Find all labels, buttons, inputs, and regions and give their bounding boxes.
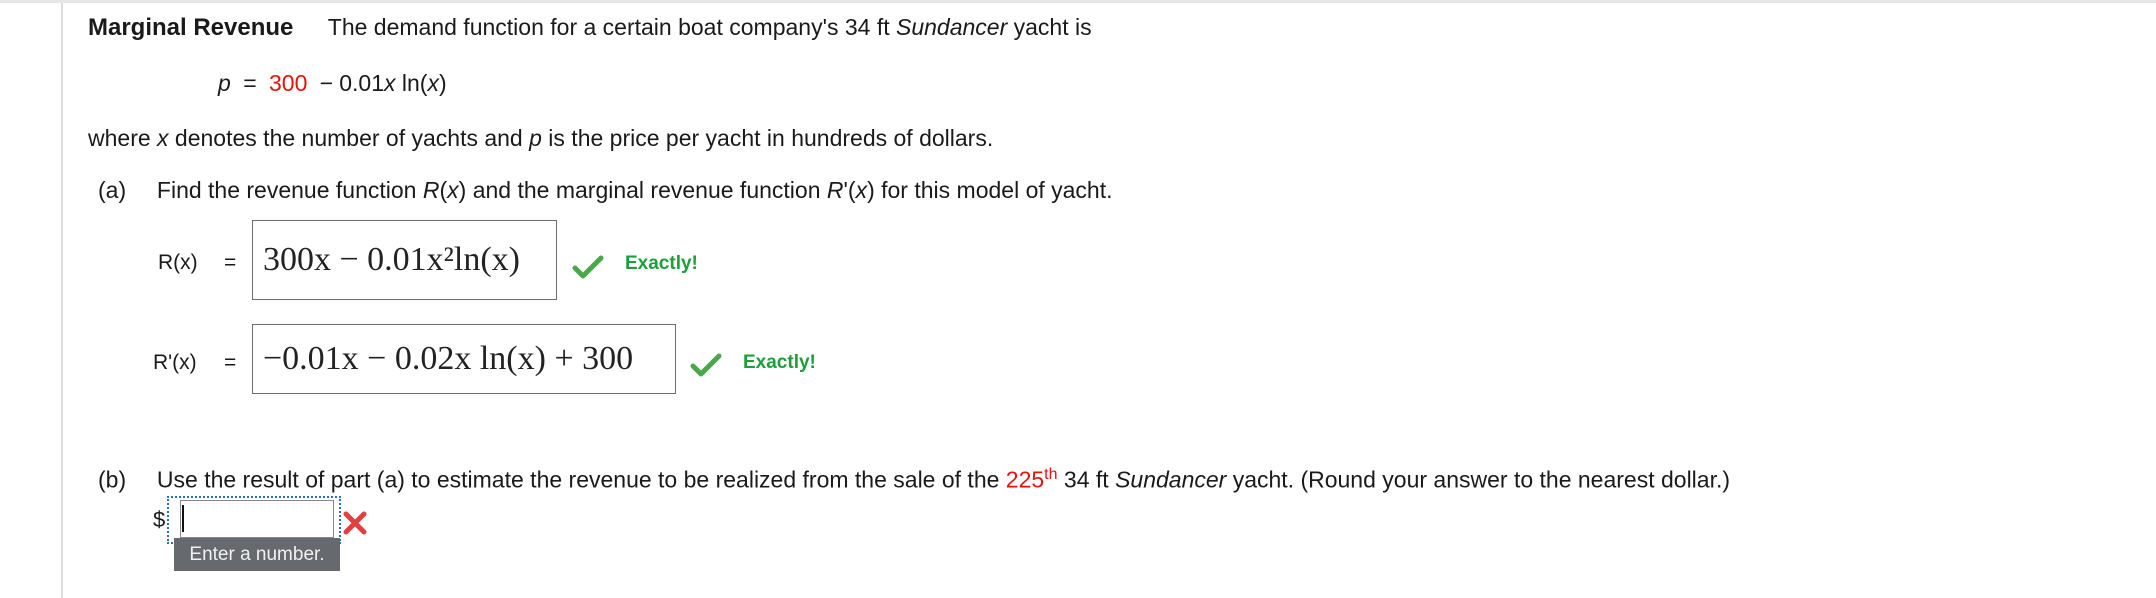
part-a-label: (a) [98,177,127,203]
currency-symbol: $ [153,507,166,532]
part-a-text-5: ) for this model of yacht. [867,177,1113,203]
part-b-prompt: (b) Use the result of part (a) to estima… [98,466,1730,494]
top-divider [0,0,2156,3]
marginal-revenue-answer-box[interactable]: −0.01x − 0.02x ln(x) + 300 [252,324,676,394]
where-3: is the price per yacht in hundreds of do… [541,125,994,151]
check-icon [690,352,722,378]
variable-description: where x denotes the number of yachts and… [88,125,993,152]
eq-ln: ln( [395,70,428,96]
eq-x: x [383,70,396,96]
incorrect-x-icon [342,510,368,536]
input-tooltip: Enter a number. [174,538,340,571]
marginal-revenue-label: R'(x) [153,351,197,374]
revenue-answer: 300x − 0.01x²ln(x) [263,241,520,278]
problem-title: Marginal Revenue [88,14,294,41]
part-b-label: (b) [98,466,127,493]
where-p: p [529,125,542,151]
part-a-R: R [422,177,440,203]
marginal-revenue-answer: −0.01x − 0.02x ln(x) + 300 [263,340,634,377]
ordinal-number: 225 [1005,466,1045,493]
eq-equals: = [243,70,257,96]
part-b-text-1: Use the result of part (a) to estimate t… [156,466,1006,493]
part-a-prompt: (a) Find the revenue function R(x) and t… [98,177,1113,204]
problem-header: Marginal Revenue The demand function for… [88,14,1092,42]
part-b-yacht-name: Sundancer [1115,466,1227,493]
eq-x-arg: x [427,70,439,96]
eq-close: ) [438,70,447,96]
where-2: denotes the number of yachts and [168,125,530,151]
part-a-Rp: R [826,177,844,203]
where-x: x [157,125,169,151]
revenue-estimate-input[interactable] [180,500,334,538]
part-a-text-4: '( [843,177,856,203]
part-a-x1: x [447,177,459,203]
revenue-answer-box[interactable]: 300x − 0.01x²ln(x) [252,220,557,300]
intro-after: yacht is [1007,14,1092,40]
part-b-text-3: yacht. (Round your answer to the nearest… [1226,466,1731,493]
marginal-revenue-feedback: Exactly! [743,352,816,373]
part-a-text-3: ) and the marginal revenue function [458,177,827,203]
yacht-name: Sundancer [896,14,1008,40]
text-caret [182,505,184,532]
left-margin-divider [61,3,63,598]
part-a-text-1: Find the revenue function [156,177,423,203]
check-icon [572,254,604,280]
ordinal-suffix: th [1044,466,1058,483]
eq-minus: − [319,70,334,96]
revenue-label: R(x) [158,251,198,274]
revenue-feedback: Exactly! [625,253,698,274]
eq-p: p [218,70,231,96]
where-1: where [88,125,158,151]
revenue-equals: = [224,251,237,274]
part-b-text-2: 34 ft [1057,466,1116,493]
intro-text: The demand function for a certain boat c… [328,14,1092,40]
part-a-x2: x [855,177,868,203]
part-a-text-2: ( [439,177,448,203]
eq-coef: 0.01 [339,70,384,96]
intro-before: The demand function for a certain boat c… [327,14,896,40]
eq-constant: 300 [269,70,308,96]
marginal-revenue-equals: = [224,351,237,374]
demand-equation: p = 300 −0.01x ln(x) [218,70,447,97]
